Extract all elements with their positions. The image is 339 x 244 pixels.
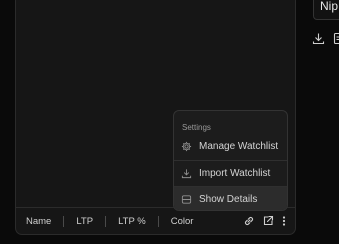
link-icon[interactable]	[243, 215, 255, 227]
watchlist-footer: Name LTP LTP % Color	[16, 207, 295, 234]
menu-item-import-watchlist[interactable]: Import Watchlist	[174, 161, 287, 185]
side-icon-row	[312, 32, 339, 45]
column-ltp-percent[interactable]: LTP %	[106, 208, 158, 235]
footer-icon-group	[243, 208, 287, 234]
download-icon	[181, 168, 192, 178]
menu-item-manage-watchlist[interactable]: Manage Watchlist	[174, 134, 287, 158]
gear-icon	[181, 141, 192, 151]
download-icon[interactable]	[312, 32, 325, 45]
details-icon	[181, 194, 192, 204]
menu-item-label: Show Details	[199, 193, 258, 205]
menu-item-show-details[interactable]: Show Details	[174, 187, 287, 210]
menu-section-label: Settings	[182, 123, 211, 132]
menu-item-label: Import Watchlist	[199, 167, 271, 179]
column-name[interactable]: Name	[16, 208, 63, 235]
side-input-text: Nip	[320, 0, 339, 13]
column-ltp[interactable]: LTP	[64, 208, 105, 235]
column-color[interactable]: Color	[159, 208, 206, 235]
settings-menu: Settings Manage Watchlist Import Watchli…	[173, 110, 288, 211]
document-icon[interactable]	[333, 32, 339, 45]
external-link-icon[interactable]	[262, 215, 274, 227]
menu-item-label: Manage Watchlist	[199, 140, 279, 152]
more-vertical-icon[interactable]	[281, 215, 287, 227]
